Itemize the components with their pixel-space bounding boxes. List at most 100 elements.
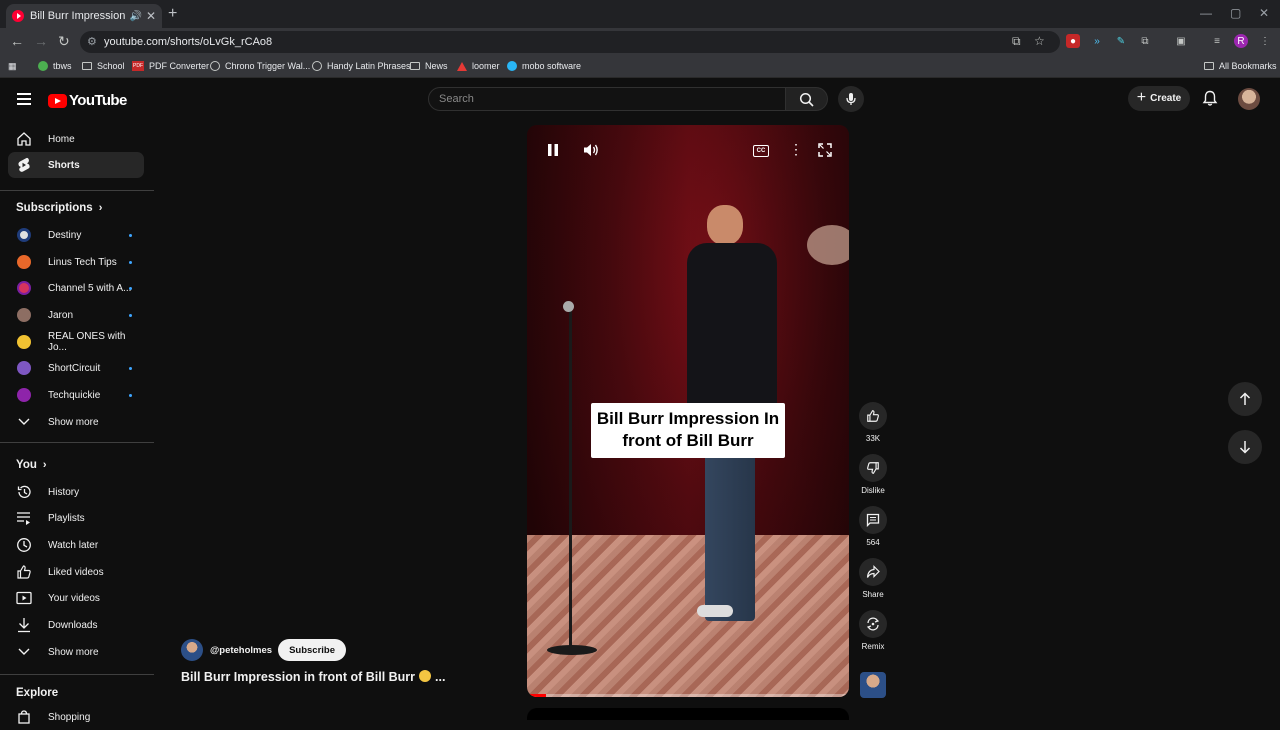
remix-button[interactable]: Remix	[858, 610, 888, 651]
channel-5-avatar	[16, 280, 32, 296]
maximize-icon[interactable]: ▢	[1230, 6, 1241, 20]
sidebar-divider	[0, 674, 154, 675]
search-input[interactable]: Search	[428, 87, 786, 111]
video-progress-bar[interactable]	[527, 694, 849, 697]
account-avatar[interactable]	[1238, 88, 1260, 110]
speaker-icon[interactable]: 🔊	[129, 11, 141, 22]
site-info-icon[interactable]: ⚙	[87, 35, 97, 48]
next-short-button[interactable]	[1228, 430, 1262, 464]
sidebar-item-history[interactable]: History	[8, 479, 144, 505]
pause-icon[interactable]	[547, 143, 559, 157]
notifications-bell-icon[interactable]	[1202, 90, 1218, 107]
browser-tab[interactable]: Bill Burr Impression in front of Bill Bu…	[6, 4, 162, 28]
bookmark-loomer[interactable]: loomer	[457, 61, 500, 71]
install-app-icon[interactable]: ⧉	[1012, 34, 1021, 49]
sidebar-item-linus-tech-tips[interactable]: Linus Tech Tips	[8, 249, 144, 275]
sidebar-item-playlists[interactable]: Playlists	[8, 505, 144, 531]
show-more-you[interactable]: Show more	[8, 639, 144, 665]
extension-2-icon[interactable]: »	[1090, 34, 1104, 48]
sidebar-item-home[interactable]: Home	[8, 126, 144, 152]
side-panel-icon[interactable]: ▣	[1174, 34, 1188, 48]
sidebar-item-downloads[interactable]: Downloads	[8, 612, 144, 638]
extensions-puzzle-icon[interactable]: ⧉	[1138, 34, 1152, 48]
short-title[interactable]: Bill Burr Impression in front of Bill Bu…	[181, 670, 445, 684]
dislike-button[interactable]: Dislike	[858, 454, 888, 495]
reload-icon[interactable]: ↻	[58, 33, 70, 50]
mobo-icon	[507, 61, 517, 71]
sidebar-item-shorts[interactable]: Shorts	[8, 152, 144, 178]
create-button[interactable]: + Create	[1128, 86, 1190, 111]
history-icon	[16, 484, 32, 500]
subscriptions-heading[interactable]: Subscriptions ›	[16, 202, 102, 214]
bookmark-chrono-trigger[interactable]: Chrono Trigger Wal...	[210, 61, 310, 71]
chevron-right-icon: ›	[42, 459, 47, 471]
sidebar-item-shortcircuit[interactable]: ShortCircuit	[8, 355, 144, 381]
more-options-icon[interactable]: ⋮	[789, 141, 803, 158]
liked-videos-icon	[16, 564, 32, 580]
back-icon[interactable]: ←	[10, 33, 24, 49]
bookmark-news[interactable]: News	[410, 61, 448, 71]
media-controls-icon[interactable]: ≡	[1210, 34, 1224, 48]
sidebar-item-destiny[interactable]: Destiny	[8, 222, 144, 248]
minimize-icon[interactable]: —	[1200, 6, 1212, 20]
you-heading[interactable]: You ›	[16, 459, 47, 471]
volume-icon[interactable]	[583, 143, 599, 157]
captions-icon[interactable]: CC	[753, 145, 769, 157]
channel-avatar[interactable]	[181, 639, 203, 661]
shorts-video-player[interactable]: CC ⋮ Bill Burr Impression In front of Bi…	[527, 125, 849, 697]
folder-icon	[1204, 62, 1214, 70]
browser-tab-bar: Bill Burr Impression in front of Bill Bu…	[0, 0, 1280, 28]
subscribe-button[interactable]: Subscribe	[278, 639, 346, 661]
extension-3-icon[interactable]: ✎	[1114, 34, 1128, 48]
bookmark-tbws[interactable]: tbws	[38, 61, 72, 71]
bookmark-star-icon[interactable]: ☆	[1034, 34, 1045, 48]
share-button[interactable]: Share	[858, 558, 888, 599]
new-tab-icon[interactable]: +	[168, 5, 177, 23]
sidebar-item-shopping[interactable]: Shopping	[8, 704, 144, 730]
like-button[interactable]: 33K	[858, 402, 888, 443]
fullscreen-icon[interactable]	[818, 143, 832, 157]
menu-kebab-icon[interactable]: ⋮	[1258, 34, 1272, 48]
jaron-avatar	[16, 307, 32, 323]
close-tab-icon[interactable]: ✕	[146, 9, 156, 23]
voice-search-button[interactable]	[838, 86, 864, 112]
bookmark-school[interactable]: School	[82, 61, 125, 71]
bookmarks-bar: ▦ tbws School PDF PDF Converter Chrono Tr…	[0, 56, 1280, 78]
all-bookmarks[interactable]: All Bookmarks	[1204, 61, 1277, 71]
next-short-preview[interactable]	[527, 708, 849, 720]
forward-icon[interactable]: →	[34, 33, 48, 49]
youtube-logo[interactable]: YouTube	[48, 92, 127, 109]
menu-icon[interactable]	[17, 93, 31, 109]
bookmark-pdf-converter[interactable]: PDF PDF Converter	[132, 61, 209, 71]
apps-grid-icon[interactable]: ▦	[8, 61, 17, 72]
close-window-icon[interactable]: ✕	[1259, 6, 1269, 20]
search-button[interactable]	[786, 87, 828, 111]
address-bar[interactable]: ⚙ youtube.com/shorts/oLvGk_rCAo8	[80, 31, 1060, 53]
sidebar-item-jaron[interactable]: Jaron	[8, 302, 144, 328]
sidebar-item-techquickie[interactable]: Techquickie	[8, 382, 144, 408]
home-icon	[16, 131, 32, 147]
bookmark-latin-phrases[interactable]: Handy Latin Phrases	[312, 61, 411, 71]
watch-later-icon	[16, 537, 32, 553]
browser-toolbar: ← → ↻ ⚙ youtube.com/shorts/oLvGk_rCAo8 ⧉…	[0, 28, 1280, 56]
bookmark-mobo-software[interactable]: mobo software	[507, 61, 581, 71]
previous-short-button[interactable]	[1228, 382, 1262, 416]
video-progress-fill	[527, 694, 547, 697]
search-icon	[799, 92, 814, 107]
sidebar-item-watch-later[interactable]: Watch later	[8, 532, 144, 558]
channel-name[interactable]: @peteholmes	[210, 645, 272, 656]
new-content-dot	[129, 314, 132, 317]
extension-1-icon[interactable]: ●	[1066, 34, 1080, 48]
sidebar-item-your-videos[interactable]: Your videos	[8, 585, 144, 611]
folder-icon	[410, 62, 420, 70]
comments-button[interactable]: 564	[858, 506, 888, 547]
show-more-subscriptions[interactable]: Show more	[8, 409, 144, 435]
techquickie-avatar	[16, 387, 32, 403]
sidebar-item-real-ones[interactable]: REAL ONES with Jo...	[8, 329, 144, 355]
channel-avatar	[17, 335, 31, 349]
profile-icon[interactable]: R	[1234, 34, 1248, 48]
sidebar-item-liked-videos[interactable]: Liked videos	[8, 559, 144, 585]
sound-source-avatar[interactable]	[860, 672, 886, 698]
sidebar-item-channel-5[interactable]: Channel 5 with A...	[8, 275, 144, 301]
channel-avatar	[17, 388, 31, 402]
